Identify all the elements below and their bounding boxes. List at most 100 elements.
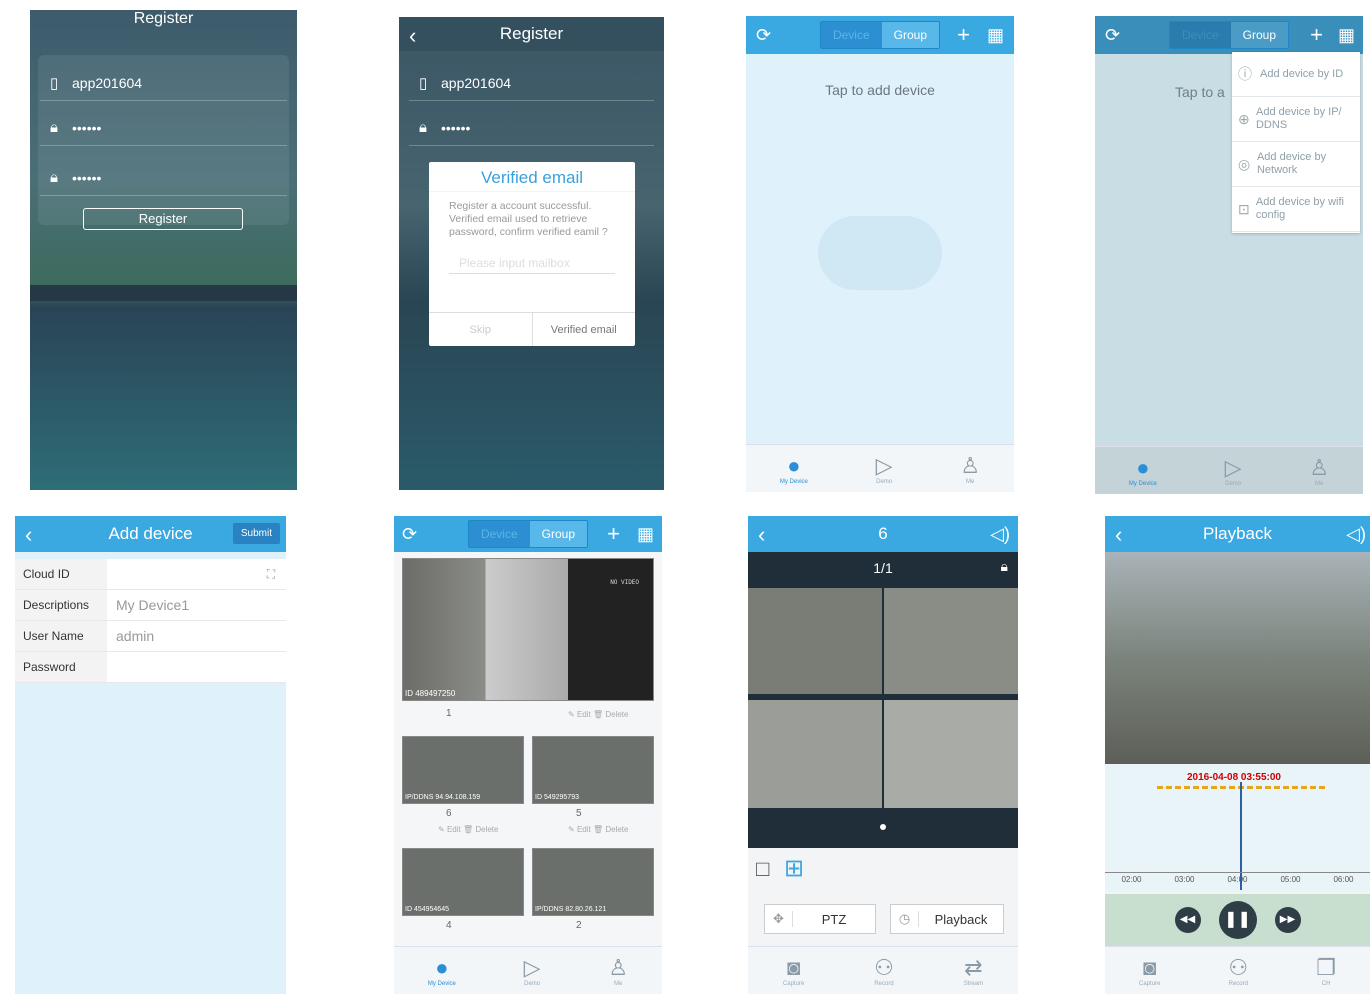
empty-hint: Tap to a [1175,84,1225,100]
tab-group[interactable]: Group [881,22,940,48]
page-title: Register [133,10,194,27]
tab-demo[interactable]: ▷ Demo [1225,455,1242,487]
refresh-icon[interactable]: ⟳ [756,25,771,46]
layout-single-icon[interactable]: □ [756,856,769,882]
tab-my-device[interactable]: ● My Device [1129,455,1157,487]
device-thumbnail[interactable]: IP/DDNS 94.94.108.159 [402,736,524,804]
layout-quad-icon[interactable]: ⊞ [784,854,804,883]
back-icon[interactable]: ‹ [25,522,32,548]
password-input[interactable] [107,652,286,682]
qr-icon[interactable]: ▦ [637,524,654,545]
lock-icon: 🔒︎ [50,119,58,136]
cloud-id-row: Cloud ID ⛶ [15,559,286,590]
video-tile[interactable] [884,588,1018,694]
speaker-icon[interactable]: ◁) [1346,524,1366,545]
verified-email-button[interactable]: Verified email [533,313,636,346]
tab-my-device[interactable]: ● My Device [780,453,808,485]
delete-button[interactable]: Delete [475,825,498,834]
menu-add-by-wifi[interactable]: ⊡ Add device by wifi config [1232,187,1360,232]
tab-me[interactable]: ♙ Me [1309,455,1329,487]
pause-icon[interactable]: ❚❚ [1218,901,1257,939]
playback-screen: ‹ Playback ◁) 2016-04-08 03:55:00 02:00 0… [1105,516,1370,994]
speaker-icon[interactable]: ◁) [990,524,1010,545]
tab-device[interactable]: Device [1169,22,1231,48]
edit-button[interactable]: Edit [447,825,461,834]
device-thumbnail[interactable]: NO VIDEO ID 489497250 [402,558,654,701]
back-icon[interactable]: ‹ [758,522,765,548]
video-tile[interactable] [748,588,882,694]
fast-forward-icon[interactable]: ▶▶ [1274,907,1301,933]
tab-device[interactable]: Device [820,22,882,48]
cloud-id-input[interactable] [107,559,256,589]
playback-button[interactable]: ◷ Playback [890,904,1004,934]
stream-button[interactable]: ⇄ Stream [964,955,983,987]
capture-button[interactable]: ◙ Capture [783,955,804,987]
device-thumbnail[interactable]: ID 549295793 [532,736,654,804]
playback-time: 2016-04-08 03:55:00 [1187,772,1281,783]
video-tile[interactable] [748,700,882,808]
menu-add-by-id[interactable]: ⓘ Add device by ID [1232,52,1360,97]
add-icon[interactable]: + [957,22,970,48]
tab-group[interactable]: Group [1230,22,1289,48]
device-thumbnail[interactable]: IP/DDNS 82.80.26.121 [532,848,654,916]
edit-button[interactable]: Edit [577,825,591,834]
edit-button[interactable]: Edit [577,710,591,719]
ptz-button[interactable]: ✥ PTZ [764,904,876,934]
record-button[interactable]: ⚇ Record [874,955,894,987]
refresh-icon[interactable]: ⟳ [402,524,417,545]
scan-icon[interactable]: ⛶ [256,559,286,589]
add-icon[interactable]: + [1310,22,1323,48]
video-tile[interactable] [884,700,1018,808]
back-icon[interactable]: ‹ [409,23,416,49]
register-button[interactable]: Register [83,208,243,230]
person-icon: ♙ [1309,454,1330,480]
dialog-title: Verified email [429,162,635,192]
lock-icon[interactable]: 🔒︎ [1001,558,1008,575]
menu-add-by-network[interactable]: ◎ Add device by Network [1232,142,1360,187]
camera-icon: ◙ [786,954,801,980]
username-field[interactable]: ▯ app201604 [409,65,654,101]
add-icon[interactable]: + [607,521,620,547]
skip-button[interactable]: Skip [429,313,533,346]
password-field[interactable]: 🔒︎ •••••• [40,110,287,146]
username-input[interactable]: admin [107,621,286,651]
confirm-password-field[interactable]: 🔒︎ •••••• [40,160,287,196]
password-field[interactable]: 🔒︎ •••••• [409,110,654,146]
recording-track [1157,786,1327,789]
live-view-screen: ‹ 6 ◁) 1/1 🔒︎ □ ⊞ ✥ PTZ ◷ Playback ◙ Captur… [748,516,1018,994]
tab-my-device[interactable]: ● My Device [428,955,456,987]
tab-me[interactable]: ♙ Me [960,453,980,485]
username-field[interactable]: ▯ app201604 [40,65,287,101]
register-screen-2: ‹ Register ▯ app201604 🔒︎ •••••• Verified e… [399,17,664,490]
tab-group[interactable]: Group [529,521,588,547]
channel-button[interactable]: ❐ CH [1316,955,1336,987]
add-device-menu-screen: ⟳ Device Group + ▦ Tap to a ⓘ Add device b… [1095,16,1363,494]
verify-email-dialog: Verified email Register a account succes… [429,162,635,346]
tab-demo[interactable]: ▷ Demo [524,955,541,987]
playback-video[interactable] [1105,552,1370,764]
page-title: 6 [878,524,888,543]
qr-icon[interactable]: ▦ [987,25,1004,46]
rewind-icon[interactable]: ◀◀ [1174,907,1201,933]
refresh-icon[interactable]: ⟳ [1105,25,1120,46]
tab-device[interactable]: Device [468,521,530,547]
page-dot [880,824,886,830]
delete-button[interactable]: Delete [605,825,628,834]
description-input[interactable]: My Device1 [107,590,286,620]
qr-icon[interactable]: ▦ [1338,25,1355,46]
ptz-icon: ✥ [765,911,793,927]
phone-icon: ▯ [50,74,59,92]
tab-me[interactable]: ♙ Me [608,955,628,987]
email-input[interactable]: Please input mailbox [449,253,615,274]
timeline[interactable]: 2016-04-08 03:55:00 02:00 03:00 04:00 05:00… [1105,764,1370,892]
device-thumbnail[interactable]: ID 454954645 [402,848,524,916]
back-icon[interactable]: ‹ [1115,522,1122,548]
device-grid-screen: ⟳ Device Group + ▦ NO VIDEO ID 489497250 … [394,516,662,994]
no-video-label: NO VIDEO [610,579,639,586]
delete-button[interactable]: Delete [605,710,628,719]
record-button[interactable]: ⚇ Record [1228,955,1248,987]
submit-button[interactable]: Submit [232,523,280,544]
tab-demo[interactable]: ▷ Demo [876,453,893,485]
capture-button[interactable]: ◙ Capture [1139,955,1160,987]
menu-add-by-ip[interactable]: ⊕ Add device by IP/ DDNS [1232,97,1360,142]
